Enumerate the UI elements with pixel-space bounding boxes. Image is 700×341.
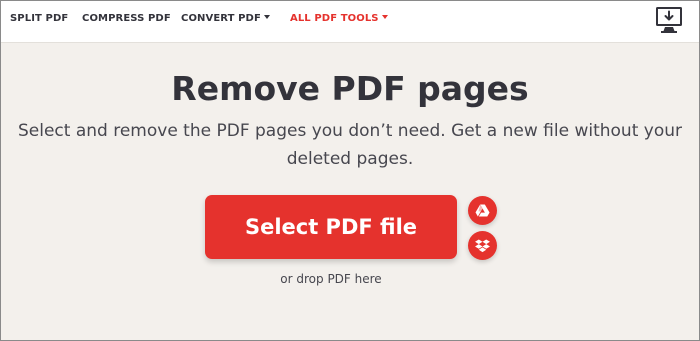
dropbox-icon bbox=[475, 238, 490, 252]
chevron-down-icon bbox=[263, 15, 270, 19]
page-title: Remove PDF pages bbox=[171, 69, 529, 108]
chevron-down-icon bbox=[381, 15, 388, 19]
nav-split-pdf[interactable]: SPLIT PDF bbox=[10, 13, 68, 24]
dropbox-button[interactable] bbox=[468, 231, 497, 260]
drop-hint-text: or drop PDF here bbox=[280, 272, 382, 286]
nav-compress-pdf[interactable]: COMPRESS PDF bbox=[82, 13, 171, 24]
desktop-download-icon[interactable] bbox=[654, 5, 684, 35]
nav-all-pdf-tools[interactable]: ALL PDF TOOLS bbox=[290, 13, 388, 24]
top-navbar: SPLIT PDF COMPRESS PDF CONVERT PDF ALL P… bbox=[1, 1, 699, 43]
page-subtitle: Select and remove the PDF pages you don’… bbox=[17, 121, 682, 169]
google-drive-button[interactable] bbox=[468, 196, 497, 225]
nav-convert-pdf-label: CONVERT PDF bbox=[181, 13, 261, 24]
google-drive-icon bbox=[475, 204, 490, 217]
nav-convert-pdf[interactable]: CONVERT PDF bbox=[181, 13, 270, 24]
app-window: SPLIT PDF COMPRESS PDF CONVERT PDF ALL P… bbox=[0, 0, 700, 341]
nav-all-pdf-tools-label: ALL PDF TOOLS bbox=[290, 13, 379, 24]
select-pdf-file-button[interactable]: Select PDF file bbox=[205, 195, 457, 259]
